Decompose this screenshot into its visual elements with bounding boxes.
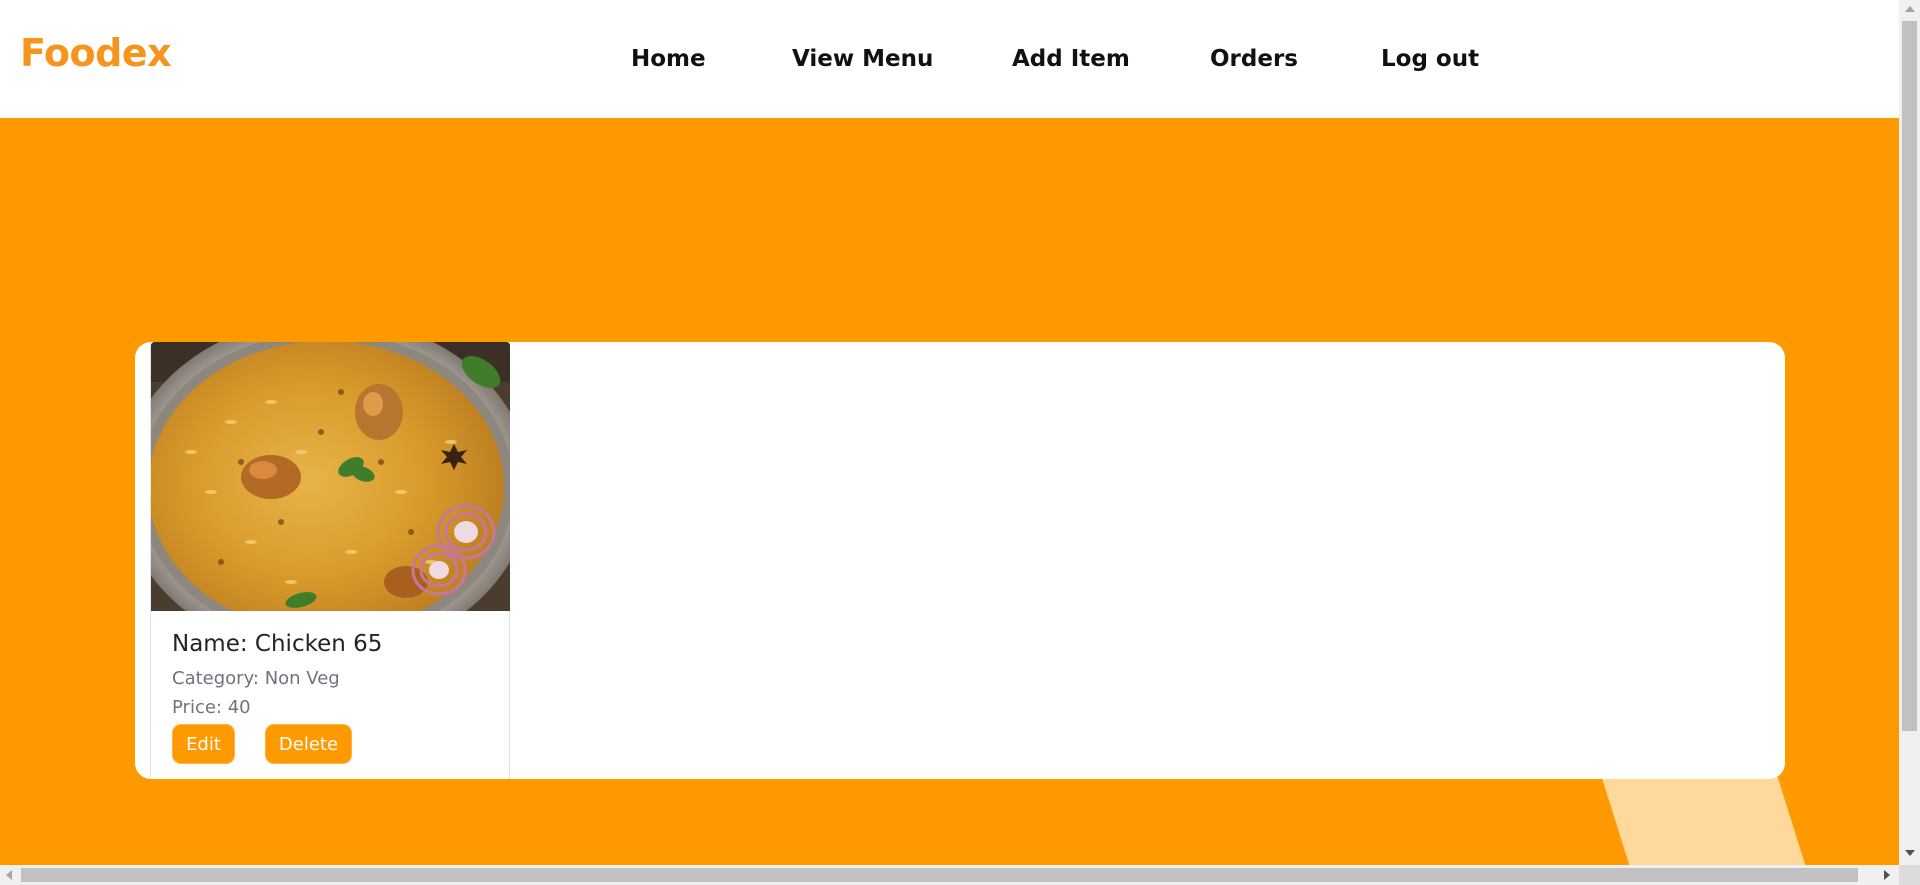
scroll-right-arrow-icon[interactable] [1884,870,1890,880]
scroll-up-arrow-icon[interactable] [1905,6,1915,12]
item-category: Category: Non Veg [172,668,340,689]
brand-logo[interactable]: Foodex [20,31,172,75]
horizontal-scroll-thumb[interactable] [21,868,1858,882]
menu-item-card: Name: Chicken 65 Category: Non Veg Price… [150,342,510,779]
food-image [151,342,510,611]
vertical-scrollbar[interactable] [1899,0,1920,865]
edit-button[interactable]: Edit [172,724,235,764]
scroll-left-arrow-icon[interactable] [6,870,12,880]
item-price: Price: 40 [172,697,251,718]
vertical-scroll-thumb[interactable] [1902,21,1917,731]
nav-add-item[interactable]: Add Item [1012,46,1130,72]
navbar: Foodex Home View Menu Add Item Orders Lo… [0,0,1899,118]
nav-orders[interactable]: Orders [1210,46,1298,72]
nav-view-menu[interactable]: View Menu [792,46,933,72]
page-viewport: Foodex Home View Menu Add Item Orders Lo… [0,0,1899,865]
nav-log-out[interactable]: Log out [1381,46,1479,72]
delete-button[interactable]: Delete [265,724,352,764]
horizontal-scrollbar[interactable] [0,865,1899,885]
nav-home[interactable]: Home [631,46,706,72]
item-name: Name: Chicken 65 [172,631,383,657]
scrollbar-corner [1899,865,1920,885]
scroll-down-arrow-icon[interactable] [1905,850,1915,856]
